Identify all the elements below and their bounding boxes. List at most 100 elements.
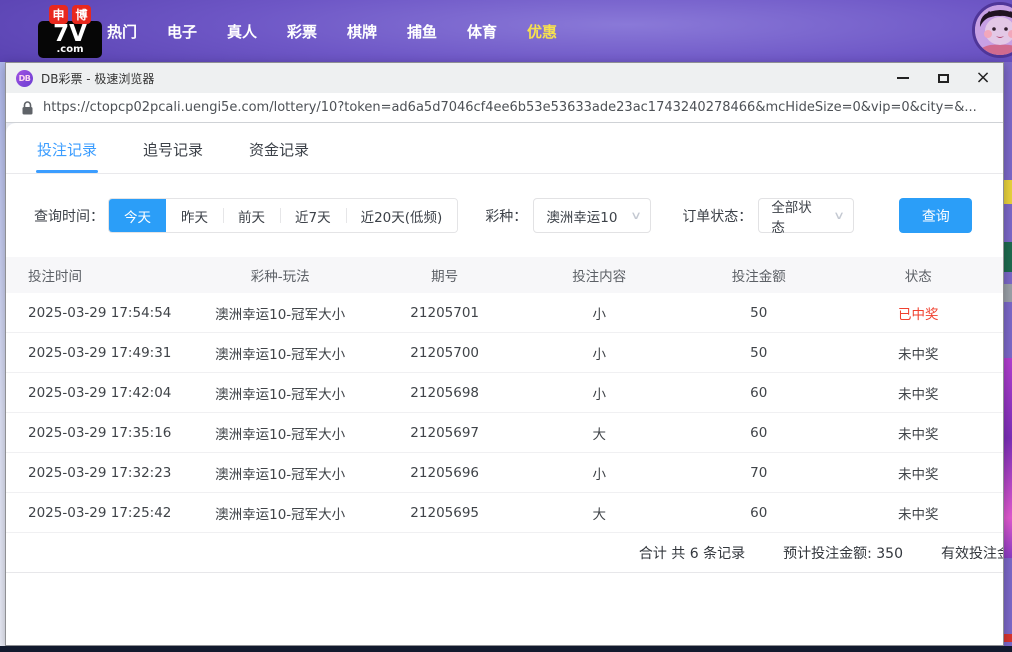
nav-item-hot[interactable]: 热门 [92, 21, 152, 42]
order-status-value: 全部状态 [771, 199, 812, 236]
bet-records-table: 投注时间 彩种-玩法 期号 投注内容 投注金额 状态 2025-03-29 17… [6, 257, 1003, 573]
cell-amount: 60 [750, 424, 768, 441]
nav-item-sports[interactable]: 体育 [452, 21, 512, 42]
tab-label: 追号记录 [142, 141, 203, 159]
logo-main-text: 7V [53, 21, 87, 47]
col-header-play: 彩种-玩法 [250, 269, 310, 285]
nav-item-cards[interactable]: 棋牌 [332, 21, 392, 42]
cell-content: 小 [592, 346, 606, 363]
cell-time: 2025-03-29 17:54:54 [28, 304, 172, 321]
order-status-select[interactable]: 全部状态 ∨ [758, 198, 855, 236]
cell-content: 小 [592, 466, 606, 483]
cell-play: 澳洲幸运10-冠军大小 [215, 306, 346, 323]
time-option-day-before[interactable]: 前天 [223, 199, 280, 232]
time-option-7days[interactable]: 近7天 [280, 199, 346, 232]
screen: 申 博 7V .com 热门 电子 真人 彩票 棋牌 捕鱼 体育 优惠 DB D… [0, 0, 1012, 652]
cell-issue: 21205695 [410, 504, 480, 521]
cell-play: 澳洲幸运10-冠军大小 [215, 386, 346, 403]
chevron-down-icon: ∨ [630, 209, 643, 222]
cell-time: 2025-03-29 17:42:04 [28, 384, 172, 401]
logo-badges: 申 博 [49, 5, 91, 24]
avatar-image [975, 5, 1012, 55]
edge-thumb-1 [1004, 180, 1012, 204]
filter-bar: 查询时间： 今天 昨天 前天 近7天 近20天(低频) 彩种： 澳洲幸运10 ∨… [34, 198, 1003, 236]
cell-content: 大 [592, 426, 606, 443]
tab-label: 资金记录 [248, 141, 309, 159]
tab-bet-records[interactable]: 投注记录 [36, 139, 98, 173]
cell-status: 未中奖 [897, 386, 939, 403]
cell-amount: 70 [750, 464, 768, 481]
url-text[interactable]: https://ctopcp02pcali.uengi5e.com/lotter… [43, 100, 977, 115]
nav-item-promo[interactable]: 优惠 [512, 21, 572, 42]
cell-issue: 21205700 [410, 344, 480, 361]
user-avatar[interactable] [972, 2, 1012, 58]
cell-play: 澳洲幸运10-冠军大小 [215, 346, 346, 363]
cell-status: 未中奖 [897, 426, 939, 443]
window-titlebar[interactable]: DB DB彩票 - 极速浏览器 × [6, 63, 1003, 93]
table-row: 2025-03-29 17:32:23 澳洲幸运10-冠军大小 21205696… [6, 453, 1003, 493]
cell-status: 未中奖 [897, 346, 939, 363]
table-row: 2025-03-29 17:49:31 澳洲幸运10-冠军大小 21205700… [6, 333, 1003, 373]
cell-amount: 50 [750, 344, 768, 361]
cell-content: 大 [592, 506, 606, 523]
cell-time: 2025-03-29 17:25:42 [28, 504, 172, 521]
table-row: 2025-03-29 17:35:16 澳洲幸运10-冠军大小 21205697… [6, 413, 1003, 453]
cell-play: 澳洲幸运10-冠军大小 [215, 466, 346, 483]
time-option-20days[interactable]: 近20天(低频) [345, 199, 458, 232]
cell-time: 2025-03-29 17:49:31 [28, 344, 172, 361]
edge-thumb-3 [1004, 284, 1012, 302]
col-header-amount: 投注金额 [731, 269, 786, 285]
nav-item-slots[interactable]: 电子 [152, 21, 212, 42]
page-bottom-bar [0, 646, 1012, 652]
cell-content: 小 [592, 386, 606, 403]
tab-chase-records[interactable]: 追号记录 [142, 139, 204, 173]
browser-favicon-icon: DB [16, 69, 33, 87]
lottery-type-value: 澳洲幸运10 [546, 209, 618, 226]
page-background: 投注记录 追号记录 资金记录 查询时间： 今天 昨天 前天 近7天 近20天(低… [6, 123, 1003, 645]
col-header-content: 投注内容 [572, 269, 627, 285]
cell-status: 未中奖 [897, 506, 939, 523]
cell-issue: 21205698 [410, 384, 480, 401]
cell-time: 2025-03-29 17:32:23 [28, 464, 172, 481]
tab-bar: 投注记录 追号记录 资金记录 [6, 123, 1003, 174]
cell-amount: 60 [750, 504, 768, 521]
logo-badge-bo: 博 [72, 5, 91, 24]
active-tab-underline [36, 170, 98, 173]
logo-suffix-text: .com [56, 44, 84, 55]
nav-item-lottery[interactable]: 彩票 [272, 21, 332, 42]
table-row: 2025-03-29 17:54:54 澳洲幸运10-冠军大小 21205701… [6, 293, 1003, 333]
tab-fund-records[interactable]: 资金记录 [248, 139, 310, 173]
close-button[interactable]: × [963, 63, 1003, 93]
lottery-type-label: 彩种： [485, 208, 528, 225]
order-status-label: 订单状态： [682, 208, 753, 225]
summary-total: 合计 共 6 条记录 [638, 545, 746, 562]
lottery-type-select[interactable]: 澳洲幸运10 ∨ [533, 198, 652, 233]
nav-item-live[interactable]: 真人 [212, 21, 272, 42]
query-time-label: 查询时间： [34, 208, 104, 225]
window-title: DB彩票 - 极速浏览器 [41, 71, 155, 86]
chevron-down-icon: ∨ [833, 209, 846, 222]
close-icon: × [975, 67, 991, 88]
cell-status: 未中奖 [897, 466, 939, 483]
cell-status: 已中奖 [897, 306, 939, 323]
tab-label: 投注记录 [36, 141, 97, 159]
time-option-today[interactable]: 今天 [109, 199, 166, 232]
lock-icon [22, 100, 33, 114]
time-option-yesterday[interactable]: 昨天 [166, 199, 223, 232]
minimize-icon [897, 77, 909, 79]
minimize-button[interactable] [883, 63, 923, 93]
browser-window: DB DB彩票 - 极速浏览器 × https://ctopcp02pcali.… [5, 62, 1004, 646]
url-bar[interactable]: https://ctopcp02pcali.uengi5e.com/lotter… [6, 93, 1003, 123]
edge-thumb-2 [1004, 242, 1012, 272]
cell-amount: 60 [750, 384, 768, 401]
search-button[interactable]: 查询 [899, 198, 973, 233]
col-header-status: 状态 [904, 269, 932, 285]
nav-item-fishing[interactable]: 捕鱼 [392, 21, 452, 42]
maximize-button[interactable] [923, 63, 963, 93]
time-range-group: 今天 昨天 前天 近7天 近20天(低频) [108, 198, 459, 233]
logo-badge-shen: 申 [49, 5, 68, 24]
cell-issue: 21205701 [410, 304, 480, 321]
edge-thumb-5 [1004, 634, 1012, 642]
cell-content: 小 [592, 306, 606, 323]
cell-play: 澳洲幸运10-冠军大小 [215, 506, 346, 523]
